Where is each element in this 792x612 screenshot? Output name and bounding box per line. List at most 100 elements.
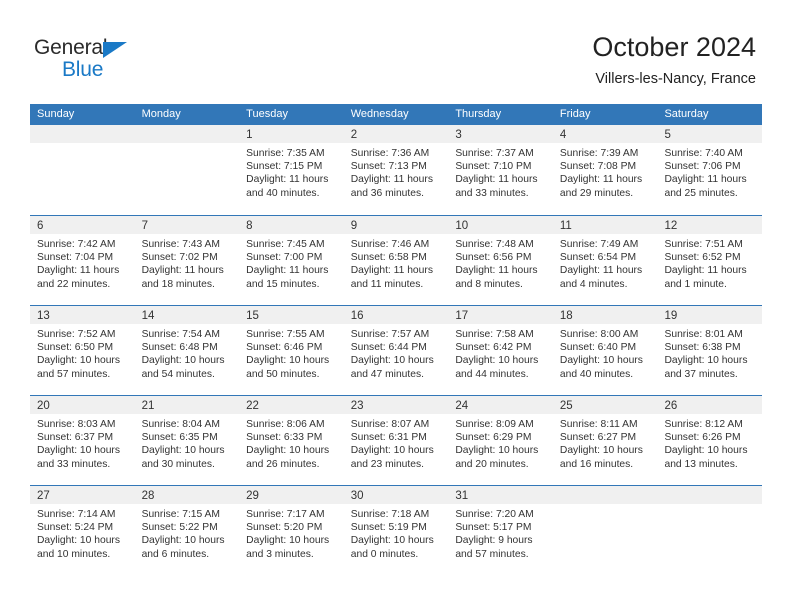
- day-sun-info: Sunrise: 7:36 AM Sunset: 7:13 PM Daylight:…: [344, 143, 449, 200]
- sunset-time: Sunset: 6:56 PM: [455, 252, 532, 264]
- calendar-day-cell[interactable]: 7 Sunrise: 7:43 AM Sunset: 7:02 PM Daylight…: [134, 216, 240, 305]
- calendar-day-cell[interactable]: 22 Sunrise: 8:06 AM Sunset: 6:33 PM Dayligh…: [239, 396, 344, 485]
- weekday-header-sunday: Sunday: [37, 108, 75, 120]
- generalblue-logo[interactable]: General Blue: [34, 36, 224, 86]
- logo-text-blue: Blue: [62, 58, 104, 81]
- sunset-time: Sunset: 6:38 PM: [664, 342, 741, 354]
- calendar-day-cell-empty: [657, 486, 763, 575]
- calendar-day-cell[interactable]: 15 Sunrise: 7:55 AM Sunset: 6:46 PM Dayligh…: [239, 306, 344, 395]
- daylight-duration-line2: and 29 minutes.: [559, 187, 634, 199]
- sunset-time: Sunset: 6:26 PM: [664, 432, 741, 444]
- daylight-duration-line2: and 4 minutes.: [559, 278, 628, 290]
- calendar-day-cell[interactable]: 18 Sunrise: 8:00 AM Sunset: 6:40 PM Dayligh…: [552, 306, 658, 395]
- sunrise-time: Sunrise: 7:20 AM: [455, 509, 534, 520]
- daylight-duration-line2: and 50 minutes.: [246, 368, 320, 380]
- calendar-day-cell[interactable]: 27 Sunrise: 7:14 AM Sunset: 5:24 PM Dayligh…: [30, 486, 135, 575]
- day-number-band: 26: [657, 396, 763, 414]
- sunrise-time: Sunrise: 7:51 AM: [664, 239, 743, 250]
- daylight-duration-line1: Daylight: 11 hours: [141, 265, 224, 277]
- sunset-time: Sunset: 5:17 PM: [455, 522, 532, 534]
- daylight-duration-line1: Daylight: 10 hours: [350, 535, 434, 547]
- daylight-duration-line2: and 11 minutes.: [350, 278, 424, 290]
- day-number-band: [134, 125, 240, 143]
- sunset-time: Sunset: 6:48 PM: [141, 342, 218, 354]
- daylight-duration-line1: Daylight: 11 hours: [350, 174, 433, 186]
- daylight-duration-line1: Daylight: 10 hours: [559, 445, 643, 457]
- day-number-band: 15: [239, 306, 344, 324]
- calendar-day-cell[interactable]: 24 Sunrise: 8:09 AM Sunset: 6:29 PM Dayligh…: [448, 396, 553, 485]
- sunrise-time: Sunrise: 8:00 AM: [559, 329, 639, 340]
- calendar-week-row: 27 Sunrise: 7:14 AM Sunset: 5:24 PM Dayligh…: [30, 485, 763, 575]
- title-block: October 2024 Villers-les-Nancy, France: [592, 30, 756, 90]
- calendar-day-cell[interactable]: 20 Sunrise: 8:03 AM Sunset: 6:37 PM Dayligh…: [30, 396, 135, 485]
- weekday-header-friday: Friday: [559, 108, 591, 120]
- day-number: 2: [350, 129, 358, 141]
- calendar-day-cell[interactable]: 25 Sunrise: 8:11 AM Sunset: 6:27 PM Dayligh…: [552, 396, 658, 485]
- sunrise-time: Sunrise: 7:48 AM: [455, 239, 534, 250]
- calendar-day-cell[interactable]: 3 Sunrise: 7:37 AM Sunset: 7:10 PM Daylight…: [448, 125, 553, 215]
- calendar-day-cell[interactable]: 2 Sunrise: 7:36 AM Sunset: 7:13 PM Daylight…: [343, 125, 449, 215]
- day-sun-info: Sunrise: 7:51 AM Sunset: 6:52 PM Daylight:…: [657, 234, 762, 291]
- calendar-day-cell[interactable]: 1 Sunrise: 7:35 AM Sunset: 7:15 PM Daylight…: [239, 125, 344, 215]
- calendar-day-cell-empty: [134, 125, 240, 215]
- sunrise-time: Sunrise: 7:15 AM: [141, 509, 220, 520]
- calendar-day-cell[interactable]: 12 Sunrise: 7:51 AM Sunset: 6:52 PM Dayligh…: [657, 216, 763, 305]
- daylight-duration-line1: Daylight: 10 hours: [37, 355, 120, 367]
- calendar-day-cell[interactable]: 8 Sunrise: 7:45 AM Sunset: 7:00 PM Daylight…: [239, 216, 344, 305]
- sunrise-time: Sunrise: 7:52 AM: [37, 329, 116, 340]
- day-number-band: 7: [134, 216, 240, 234]
- calendar-day-cell[interactable]: 6 Sunrise: 7:42 AM Sunset: 7:04 PM Daylight…: [30, 216, 135, 305]
- calendar-day-cell[interactable]: 13 Sunrise: 7:52 AM Sunset: 6:50 PM Dayligh…: [30, 306, 135, 395]
- daylight-duration-line1: Daylight: 10 hours: [664, 445, 748, 457]
- daylight-duration-line1: Daylight: 10 hours: [350, 355, 434, 367]
- day-number: 4: [559, 129, 567, 141]
- calendar-day-cell[interactable]: 23 Sunrise: 8:07 AM Sunset: 6:31 PM Dayligh…: [343, 396, 449, 485]
- calendar-day-cell[interactable]: 17 Sunrise: 7:58 AM Sunset: 6:42 PM Dayligh…: [448, 306, 553, 395]
- day-sun-info: Sunrise: 7:15 AM Sunset: 5:22 PM Daylight:…: [135, 504, 240, 561]
- logo-text-general: General: [34, 36, 108, 59]
- day-number: 6: [37, 220, 44, 232]
- day-number: 18: [559, 310, 573, 322]
- weekday-header-wednesday: Wednesday: [350, 108, 409, 120]
- sunrise-time: Sunrise: 8:09 AM: [455, 419, 534, 430]
- calendar-day-cell[interactable]: 14 Sunrise: 7:54 AM Sunset: 6:48 PM Dayligh…: [134, 306, 240, 395]
- day-number-band: 4: [552, 125, 658, 143]
- daylight-duration-line2: and 36 minutes.: [350, 187, 425, 199]
- sunrise-time: Sunrise: 8:12 AM: [664, 419, 743, 430]
- calendar-day-cell[interactable]: 16 Sunrise: 7:57 AM Sunset: 6:44 PM Dayligh…: [343, 306, 449, 395]
- calendar-day-cell[interactable]: 28 Sunrise: 7:15 AM Sunset: 5:22 PM Dayligh…: [134, 486, 240, 575]
- day-number-band: 17: [448, 306, 553, 324]
- day-number-band: 21: [134, 396, 240, 414]
- calendar-day-cell[interactable]: 26 Sunrise: 8:12 AM Sunset: 6:26 PM Dayligh…: [657, 396, 763, 485]
- calendar-day-cell[interactable]: 4 Sunrise: 7:39 AM Sunset: 7:08 PM Daylight…: [552, 125, 658, 215]
- day-number-band: 3: [448, 125, 553, 143]
- calendar-day-cell[interactable]: 9 Sunrise: 7:46 AM Sunset: 6:58 PM Daylight…: [343, 216, 449, 305]
- calendar-day-cell[interactable]: 30 Sunrise: 7:18 AM Sunset: 5:19 PM Dayligh…: [343, 486, 449, 575]
- day-sun-info: Sunrise: 7:54 AM Sunset: 6:48 PM Daylight:…: [135, 324, 240, 381]
- day-number: 7: [141, 220, 148, 232]
- sunset-time: Sunset: 6:42 PM: [455, 342, 532, 354]
- calendar-day-cell[interactable]: 19 Sunrise: 8:01 AM Sunset: 6:38 PM Dayligh…: [657, 306, 763, 395]
- sunset-time: Sunset: 6:29 PM: [455, 432, 532, 444]
- sunrise-time: Sunrise: 8:07 AM: [350, 419, 430, 430]
- calendar-day-cell[interactable]: 29 Sunrise: 7:17 AM Sunset: 5:20 PM Dayligh…: [239, 486, 344, 575]
- calendar-day-cell[interactable]: 11 Sunrise: 7:49 AM Sunset: 6:54 PM Dayligh…: [552, 216, 658, 305]
- calendar-day-cell[interactable]: 21 Sunrise: 8:04 AM Sunset: 6:35 PM Dayligh…: [134, 396, 240, 485]
- calendar-day-cell[interactable]: 10 Sunrise: 7:48 AM Sunset: 6:56 PM Dayligh…: [448, 216, 553, 305]
- page-header: General Blue October 2024 Villers-les-Na…: [0, 0, 792, 104]
- daylight-duration-line1: Daylight: 10 hours: [455, 445, 539, 457]
- calendar-day-cell-empty: [30, 125, 135, 215]
- calendar-page: General Blue October 2024 Villers-les-Na…: [0, 0, 792, 612]
- daylight-duration-line2: and 15 minutes.: [246, 278, 320, 290]
- daylight-duration-line2: and 57 minutes.: [455, 548, 529, 560]
- daylight-duration-line1: Daylight: 9 hours: [455, 535, 533, 547]
- calendar-day-cell[interactable]: 5 Sunrise: 7:40 AM Sunset: 7:06 PM Daylight…: [657, 125, 763, 215]
- calendar-day-cell[interactable]: 31 Sunrise: 7:20 AM Sunset: 5:17 PM Dayligh…: [448, 486, 553, 575]
- daylight-duration-line1: Daylight: 11 hours: [37, 265, 120, 277]
- daylight-duration-line2: and 16 minutes.: [559, 458, 634, 470]
- calendar-day-cell-empty: [552, 486, 658, 575]
- day-number: 14: [141, 310, 155, 322]
- sunset-time: Sunset: 6:52 PM: [664, 252, 741, 264]
- daylight-duration-line2: and 8 minutes.: [455, 278, 523, 290]
- weekday-header-thursday: Thursday: [455, 108, 502, 120]
